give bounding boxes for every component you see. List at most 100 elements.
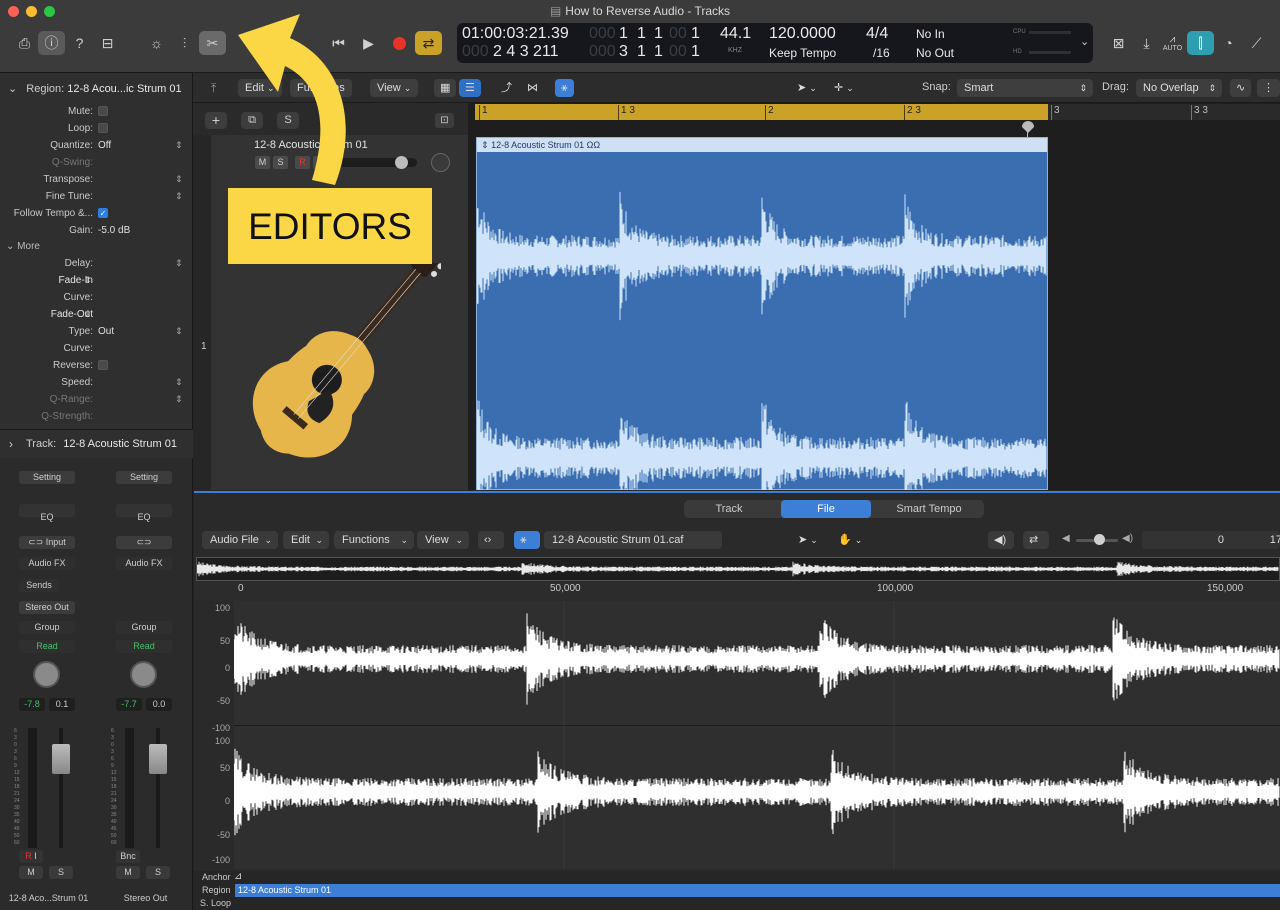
- editor-catch-button[interactable]: ⚹: [514, 531, 540, 549]
- catch-playhead-button[interactable]: ⚹: [555, 79, 574, 97]
- automation-curve-button[interactable]: ⤴: [495, 79, 518, 97]
- volume-readout[interactable]: -7.7: [116, 698, 142, 711]
- inspector-row[interactable]: Quantize: Off ⇕: [0, 140, 193, 157]
- waveform-display[interactable]: [233, 601, 1280, 869]
- cycle-area[interactable]: [475, 104, 1048, 120]
- channel-solo-button[interactable]: S: [146, 866, 170, 879]
- editor-functions-menu[interactable]: Functions ⌄: [334, 531, 414, 549]
- channel-extra-button[interactable]: Bnc: [116, 850, 140, 863]
- channel-solo-button[interactable]: S: [49, 866, 73, 879]
- waveform-zoom-button[interactable]: ∿: [1230, 79, 1252, 97]
- track-header-inspector[interactable]: › Track: 12-8 Acoustic Strum 01: [0, 429, 193, 458]
- prelisten-volume-knob[interactable]: [1094, 534, 1105, 545]
- link-button[interactable]: ⊂⊃: [116, 536, 172, 549]
- mixer-button[interactable]: ⫶: [171, 31, 198, 55]
- pan-knob[interactable]: [431, 153, 450, 172]
- volume-readout[interactable]: -7.8: [19, 698, 45, 711]
- toolbar-button[interactable]: ⊟: [94, 31, 121, 55]
- tracks-view-button[interactable]: ☰: [459, 79, 481, 97]
- list-editors-button[interactable]: ⊠: [1105, 31, 1132, 55]
- add-track-button[interactable]: +: [205, 112, 227, 129]
- cycle-button[interactable]: ⇄: [415, 31, 442, 55]
- more-section[interactable]: ⌄ More: [6, 241, 40, 252]
- inspector-row[interactable]: Loop:: [0, 123, 193, 140]
- inspector-row[interactable]: Follow Tempo &... ✓: [0, 208, 193, 225]
- tab-smart-tempo[interactable]: Smart Tempo: [874, 500, 984, 518]
- eq-display[interactable]: EQ: [19, 504, 75, 522]
- pan-knob[interactable]: [33, 661, 60, 688]
- horizontal-zoom-button[interactable]: ⋮: [1257, 79, 1280, 97]
- tab-track[interactable]: Track: [684, 500, 774, 518]
- flex-button[interactable]: ⋈: [521, 79, 544, 97]
- inspector-more-row[interactable]: Q-Strength:: [0, 411, 193, 428]
- inspector-row[interactable]: Transpose: ⇕: [0, 174, 193, 191]
- editor-pointer-tool[interactable]: ➤ ⌄: [790, 531, 826, 549]
- editor-edit-menu[interactable]: Edit ⌄: [283, 531, 329, 549]
- sends-slot[interactable]: Sends: [19, 579, 59, 592]
- audio-fx-slot[interactable]: Audio FX: [19, 557, 75, 570]
- reverse-checkbox[interactable]: [98, 360, 108, 370]
- setting-button[interactable]: Setting: [19, 471, 75, 484]
- pan-knob[interactable]: [130, 661, 157, 688]
- lcd-tempo-mode[interactable]: Keep Tempo: [769, 46, 836, 60]
- channel-extra-button[interactable]: R I: [19, 850, 43, 863]
- inspector-more-row[interactable]: Fade-Out ⇕: [0, 309, 193, 326]
- editor-view-menu[interactable]: View ⌄: [417, 531, 469, 549]
- inspector-row[interactable]: Mute:: [0, 106, 193, 123]
- region-bar[interactable]: 12-8 Acoustic Strum 01: [235, 884, 1280, 897]
- channel-mute-button[interactable]: M: [116, 866, 140, 879]
- lcd-input[interactable]: No In: [916, 27, 945, 41]
- hand-tool[interactable]: ✋ ⌄: [830, 531, 870, 549]
- editor-loop-button[interactable]: ⇄: [1023, 531, 1049, 549]
- group-slot[interactable]: Group: [116, 621, 172, 634]
- setting-button[interactable]: Setting: [116, 471, 172, 484]
- pointer-tool[interactable]: ➤ ⌄: [790, 79, 824, 97]
- tracks-folder-button[interactable]: ⊡: [435, 113, 454, 128]
- sample-ruler[interactable]: [194, 581, 1280, 601]
- tuner-button[interactable]: ⟋: [1243, 31, 1270, 55]
- group-slot[interactable]: Group: [19, 621, 75, 634]
- checkbox[interactable]: [98, 106, 108, 116]
- inspector-more-row[interactable]: Delay: ⇕: [0, 258, 193, 275]
- secondary-tool[interactable]: ✛ ⌄: [827, 79, 861, 97]
- checkbox[interactable]: [98, 123, 108, 133]
- audio-fx-slot[interactable]: Audio FX: [116, 557, 172, 570]
- grid-view-button[interactable]: ▦: [434, 79, 457, 97]
- anchor-marker-icon[interactable]: ⊿: [234, 871, 242, 882]
- automation-mode-button[interactable]: Read: [19, 640, 75, 653]
- input-button[interactable]: ⊂⊃ Input: [19, 536, 75, 549]
- output-button[interactable]: Stereo Out: [19, 601, 75, 614]
- inspector-row[interactable]: Fine Tune: ⇕: [0, 191, 193, 208]
- eq-display[interactable]: EQ: [116, 504, 172, 522]
- position-field[interactable]: 0 17: [1142, 531, 1280, 549]
- fader-handle[interactable]: [149, 744, 167, 774]
- replace-button[interactable]: ⤓: [1133, 31, 1160, 55]
- lcd-output[interactable]: No Out: [916, 46, 954, 60]
- editors-button[interactable]: ✂: [199, 31, 226, 55]
- inspector-more-row[interactable]: Fade-In ⇕: [0, 275, 193, 292]
- checkbox[interactable]: ✓: [98, 208, 108, 218]
- expand-button[interactable]: ‹›: [478, 531, 504, 549]
- prelisten-button[interactable]: ◀): [988, 531, 1014, 549]
- low-latency-button[interactable]: ◔: [1215, 31, 1242, 55]
- catch-icon[interactable]: ⤒: [211, 81, 216, 96]
- inspector-more-row[interactable]: Q-Range: ⇕: [0, 394, 193, 411]
- record-button[interactable]: [386, 31, 413, 55]
- snap-select[interactable]: Smart ⇕: [957, 79, 1093, 97]
- inspector-more-row[interactable]: Type: Out ⇕: [0, 326, 193, 343]
- tab-file[interactable]: File: [781, 500, 871, 518]
- audio-region[interactable]: ⇕ 12-8 Acoustic Strum 01 ΩΩ: [476, 137, 1048, 490]
- pan-readout[interactable]: 0.0: [146, 698, 172, 711]
- quick-help-button[interactable]: ?: [66, 31, 93, 55]
- region-header[interactable]: ⌄ Region: 12-8 Acou...ic Strum 01: [8, 82, 182, 95]
- count-in-button[interactable]: ⫿: [1187, 31, 1214, 55]
- volume-slider-knob[interactable]: [395, 156, 408, 169]
- drag-select[interactable]: No Overlap ⇕: [1136, 79, 1222, 97]
- lcd-chevron-icon[interactable]: ⌄: [1080, 35, 1089, 48]
- waveform-overview[interactable]: [196, 557, 1280, 581]
- inspector-button[interactable]: ⓘ: [38, 31, 65, 55]
- pan-readout[interactable]: 0.1: [49, 698, 75, 711]
- inspector-more-row[interactable]: Curve:: [0, 343, 193, 360]
- automation-mode-button[interactable]: Read: [116, 640, 172, 653]
- inspector-more-row[interactable]: Curve:: [0, 292, 193, 309]
